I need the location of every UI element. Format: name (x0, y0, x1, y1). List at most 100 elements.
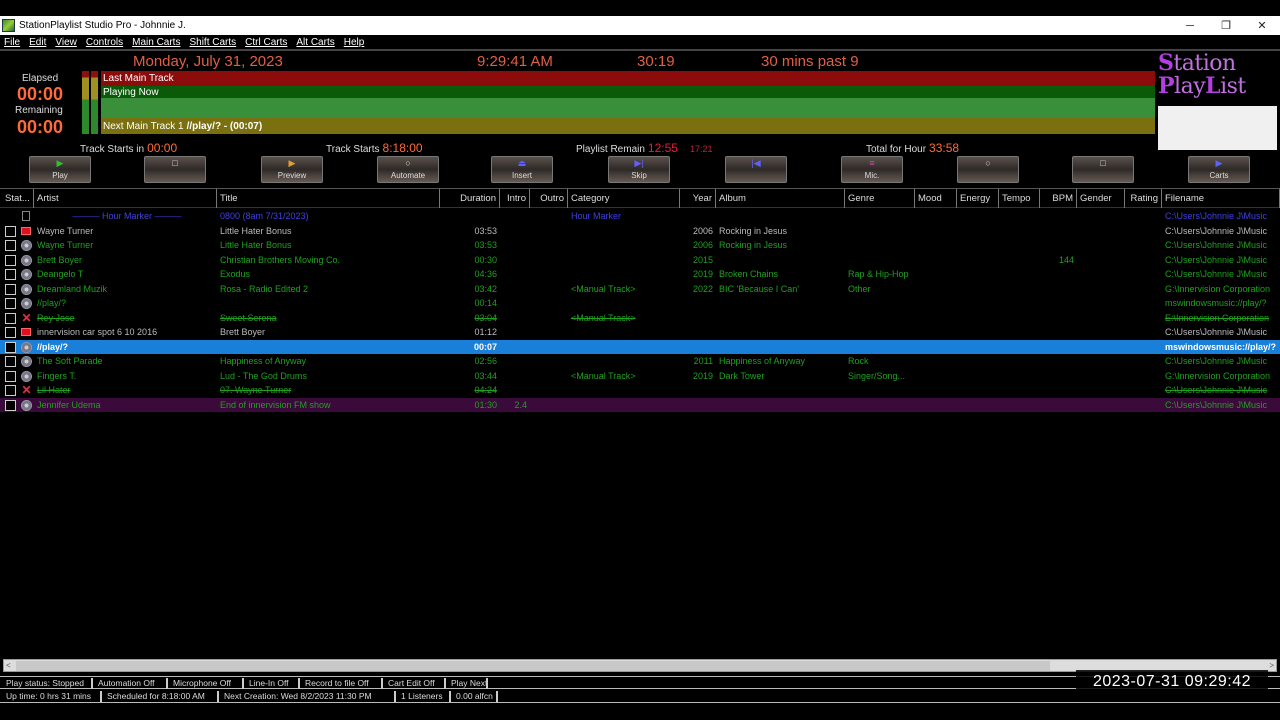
row-checkbox[interactable] (5, 327, 16, 338)
next-main-track-value: //play/? - (00:07) (186, 120, 263, 132)
mic-button[interactable]: ≡ Mic. (841, 156, 903, 183)
row-checkbox[interactable] (5, 298, 16, 309)
column-header-gender[interactable]: Gender (1077, 189, 1125, 208)
column-header-genre[interactable]: Genre (845, 189, 915, 208)
scroll-right-icon[interactable]: > (1269, 660, 1274, 671)
preview-button[interactable]: ▶ Preview (261, 156, 323, 183)
cell-duration: 03:53 (474, 240, 497, 250)
cell-duration: 03:04 (474, 312, 497, 323)
row-checkbox[interactable] (5, 240, 16, 251)
playlist-row[interactable]: Wayne Turner Little Hater Bonus 03:53 2006 R… (0, 224, 1280, 239)
cell-album: Rocking in Jesus (719, 240, 788, 250)
column-header-mood[interactable]: Mood (915, 189, 957, 208)
stop2-button[interactable]: □ (1072, 156, 1134, 183)
menu-help[interactable]: Help (344, 37, 365, 48)
column-header-stat[interactable]: Stat... (2, 189, 34, 208)
total-for-hour: Total for Hour 33:58 (866, 139, 959, 157)
stop-button[interactable]: □ (144, 156, 206, 183)
column-header-tempo[interactable]: Tempo (999, 189, 1040, 208)
playlist-row[interactable]: ✕ Lil Hater 07. Wayne Turner 04:24 C:\Users\… (0, 383, 1280, 398)
missing-file-icon: ✕ (21, 383, 32, 397)
playlist-row[interactable]: //play/? 00:14 mswindowsmusic://play/? (0, 296, 1280, 311)
cell-filename: C:\Users\Johnnie J\Music (1165, 385, 1268, 395)
row-checkbox[interactable] (5, 283, 16, 295)
audio-file-icon (21, 283, 32, 295)
missing-file-icon: ✕ (21, 310, 32, 325)
playlist-row[interactable]: Dreamland Muzik Rosa - Radio Edited 2 03:4… (0, 282, 1280, 297)
menu-separator (0, 49, 1280, 51)
column-header-energy[interactable]: Energy (957, 189, 999, 208)
column-header-intro[interactable]: Intro (500, 189, 530, 208)
playlist-row[interactable]: Wayne Turner Little Hater Bonus 03:53 2006 R… (0, 238, 1280, 253)
menu-ctrl-carts[interactable]: Ctrl Carts (245, 37, 287, 48)
playlist-row[interactable]: Fingers T. Lud - The God Drums 03:44 <Manua… (0, 369, 1280, 384)
cell-duration: 00:14 (474, 298, 497, 308)
column-header-outro[interactable]: Outro (530, 189, 568, 208)
skip-button[interactable]: ▶| Skip (608, 156, 670, 183)
cell-filename: G:\Innervision Corporation (1165, 370, 1271, 381)
column-header-bpm[interactable]: BPM (1040, 189, 1077, 208)
cell-year: 2011 (693, 356, 713, 366)
scroll-thumb[interactable] (16, 661, 1050, 671)
cell-artist: Brett Boyer (37, 254, 83, 265)
row-checkbox[interactable] (5, 269, 16, 280)
row-checkbox[interactable] (5, 399, 16, 411)
row-checkbox[interactable] (5, 312, 16, 324)
cell-artist: Lil Hater (37, 385, 71, 395)
playlist-row[interactable]: ——— Hour Marker ——— 0800 (8am 7/31/2023) H… (0, 209, 1280, 224)
cell-title: Little Hater Bonus (220, 225, 292, 236)
cart-icon (21, 226, 31, 235)
menu-alt-carts[interactable]: Alt Carts (296, 37, 334, 48)
close-button[interactable]: ✕ (1244, 16, 1280, 35)
playlist-row[interactable]: Deangelo T Exodus 04:36 2019 Broken Chains Ra… (0, 267, 1280, 282)
cell-album: Happiness of Anyway (719, 356, 806, 366)
playlist-row[interactable]: The Soft Parade Happiness of Anyway 02:56 2… (0, 354, 1280, 369)
playlist-row[interactable]: //play/? 00:07 mswindowsmusic://play/? (0, 339, 1280, 354)
playlist-row[interactable]: Jennifer Udema End of innervision FM show… (0, 397, 1280, 412)
window-title: StationPlaylist Studio Pro - Johnnie J. (19, 20, 186, 31)
insert-button[interactable]: ⏏ Insert (491, 156, 553, 183)
carts-button[interactable]: ▶ Carts (1188, 156, 1250, 183)
minimize-button[interactable]: ─ (1172, 16, 1208, 35)
menu-file[interactable]: File (4, 37, 20, 48)
restore-button[interactable]: ❐ (1208, 16, 1244, 35)
column-header-title[interactable]: Title (217, 189, 440, 208)
play-button[interactable]: ▶ Play (29, 156, 91, 183)
cell-year: 2022 (692, 283, 713, 294)
mins-past-hour: 30 mins past 9 (761, 53, 859, 70)
column-header-filename[interactable]: Filename (1162, 189, 1280, 208)
row-checkbox[interactable] (5, 385, 16, 396)
cell-year: 2019 (692, 269, 713, 279)
column-header-year[interactable]: Year (680, 189, 716, 208)
previous-button[interactable]: |◀ (725, 156, 787, 183)
row-checkbox[interactable] (5, 356, 16, 367)
column-header-rating[interactable]: Rating (1125, 189, 1162, 208)
automate-button[interactable]: ○ Automate (377, 156, 439, 183)
menu-controls[interactable]: Controls (86, 37, 123, 48)
row-checkbox[interactable] (5, 225, 16, 237)
record-button[interactable]: ○ (957, 156, 1019, 183)
column-header-category[interactable]: Category (568, 189, 680, 208)
menu-main-carts[interactable]: Main Carts (132, 37, 180, 48)
menu-edit[interactable]: Edit (29, 37, 46, 48)
column-header-album[interactable]: Album (716, 189, 845, 208)
cell-category: Hour Marker (571, 211, 622, 221)
cell-artist: Wayne Turner (37, 225, 94, 236)
column-header-artist[interactable]: Artist (34, 189, 217, 208)
row-checkbox[interactable] (5, 341, 16, 353)
playlist-row[interactable]: Brett Boyer Christian Brothers Moving Co.… (0, 253, 1280, 268)
scroll-left-icon[interactable]: < (6, 660, 11, 671)
cell-duration: 02:56 (474, 356, 497, 366)
row-checkbox[interactable] (5, 370, 16, 382)
menu-view[interactable]: View (55, 37, 77, 48)
menu-shift-carts[interactable]: Shift Carts (189, 37, 236, 48)
row-checkbox[interactable] (5, 254, 16, 266)
cell-album: Dark Tower (719, 370, 765, 381)
cell-title: Little Hater Bonus (220, 240, 292, 250)
stop2-icon: □ (1100, 158, 1106, 168)
playlist-row[interactable]: ✕ Rey Jose Sweet Serena 03:04 <Manual Track>… (0, 311, 1280, 326)
logo-text: lay (1174, 74, 1206, 99)
skip-icon: ▶| (634, 158, 644, 168)
playlist-row[interactable]: innervision car spot 6 10 2016 Brett Boye… (0, 325, 1280, 340)
column-header-duration[interactable]: Duration (440, 189, 500, 208)
